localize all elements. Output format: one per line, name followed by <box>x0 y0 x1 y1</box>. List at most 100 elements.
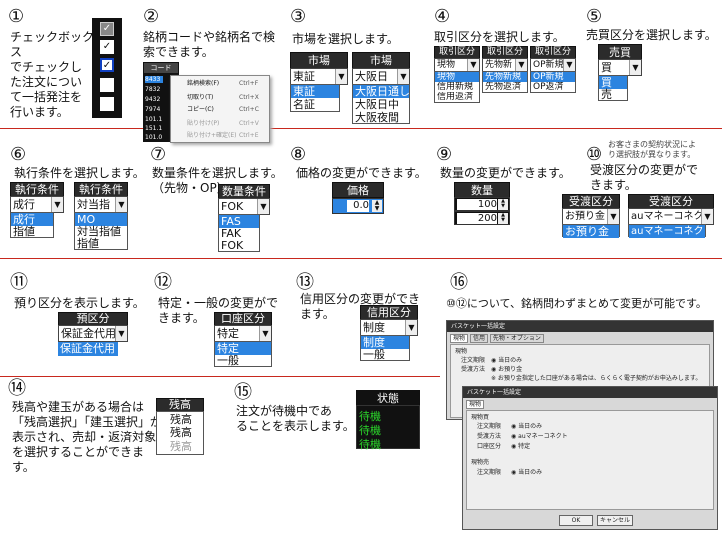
status-badge: 待機 <box>359 438 381 451</box>
radio-option[interactable]: ◉ 当日のみ <box>511 469 542 476</box>
menu-item-search-key: Ctrl+F <box>239 80 259 87</box>
trade-type-option[interactable]: OP新規 <box>531 72 575 82</box>
balance-option[interactable]: 残高 <box>157 413 203 426</box>
menu-item-paste[interactable]: 貼り付け(P) <box>187 120 219 127</box>
radio-option[interactable]: ◉ 当日のみ <box>491 357 522 364</box>
market-option[interactable]: 名証 <box>291 98 339 111</box>
menu-item-cut[interactable]: 切取り(T) <box>187 94 213 101</box>
qty-cond-select[interactable]: FOK ▼ <box>218 198 270 215</box>
code-cell[interactable]: 7974 <box>145 106 160 113</box>
trade-type-option[interactable]: 現物 <box>435 72 479 82</box>
window-title: バスケット一括設定 <box>447 321 713 332</box>
divider-row1 <box>0 128 722 129</box>
exec-cond-header-b: 執行条件 <box>74 182 128 197</box>
custody-row[interactable]: 保証金代用 <box>58 342 118 356</box>
radio-option[interactable]: ◉ auマネーコネクト <box>511 433 568 440</box>
delivery-select-b[interactable]: auマネーコネクト▼ <box>628 208 714 237</box>
trade-type-select-a[interactable]: 現物 ▼ <box>434 58 480 72</box>
market-option[interactable]: 東証 <box>291 85 339 98</box>
step-number-3: ③ <box>290 6 307 27</box>
delivery-option[interactable]: auマネーコネクト <box>629 225 705 238</box>
radio-option[interactable]: ◉ 特定 <box>511 443 530 450</box>
checkbox-row-4[interactable] <box>100 97 114 111</box>
price-header: 価格 <box>332 182 384 198</box>
exec-cond-header-a: 執行条件 <box>10 182 64 197</box>
code-column-header: コード <box>143 62 179 74</box>
code-cell[interactable]: 101.0 <box>145 134 162 141</box>
spinner-icon[interactable]: ▲ ▼ <box>498 213 508 224</box>
spinner-icon[interactable]: ▲ ▼ <box>498 199 508 210</box>
price-input[interactable]: 0.0 ▲ ▼ <box>332 198 384 214</box>
radio-option[interactable]: ◉ お預り金 <box>491 366 522 373</box>
chevron-down-icon: ▼ <box>563 59 575 71</box>
trade-type-option[interactable]: 先物新規 <box>483 72 527 82</box>
checkbox-row-3[interactable] <box>100 78 114 92</box>
trade-type-option[interactable]: OP返済 <box>531 82 575 92</box>
code-cell[interactable]: 7832 <box>145 86 160 93</box>
qty-cond-option[interactable]: FOK <box>219 239 259 252</box>
market-option[interactable]: 大阪夜間 <box>353 111 409 124</box>
cancel-button[interactable]: キャンセル <box>597 515 633 526</box>
account-select[interactable]: 特定 ▼ <box>214 325 272 342</box>
margin-type-option[interactable]: 一般 <box>361 348 409 361</box>
market-option[interactable]: 大阪日中 <box>353 98 409 111</box>
margin-type-select[interactable]: 制度 ▼ <box>360 319 418 336</box>
qty-input-1[interactable]: 100 ▲ ▼ <box>454 197 510 211</box>
tab-genbutsu[interactable]: 現物 <box>466 400 485 409</box>
menu-item-copy[interactable]: コピー(C) <box>187 106 214 113</box>
exec-cond-select-a[interactable]: 成行 ▼ <box>10 196 64 213</box>
ok-button[interactable]: OK <box>559 515 593 526</box>
market-select-a[interactable]: 東証 ▼ <box>290 68 348 85</box>
buy-sell-select[interactable]: 買 ▼ <box>598 59 642 76</box>
account-option[interactable]: 一般 <box>215 354 271 367</box>
exec-cond-options-a: 成行 指値 <box>10 212 54 238</box>
buy-sell-option[interactable]: 売 <box>599 88 627 101</box>
chevron-down-icon: ▼ <box>397 69 409 84</box>
tab-futures[interactable]: 先物・オプション <box>489 334 544 343</box>
delivery-option[interactable]: お預り金 <box>563 225 619 238</box>
exec-cond-option[interactable]: 指値 <box>75 237 127 250</box>
trade-type-option[interactable]: 先物返済 <box>483 82 527 92</box>
radio-option[interactable]: ◉ 当日のみ <box>511 423 542 430</box>
balance-option[interactable]: 残高 <box>157 426 203 439</box>
custody-select[interactable]: 保証金代用 ▼ <box>58 325 128 342</box>
delivery-select-a[interactable]: お預り金 ▼ <box>562 208 620 225</box>
chevron-down-icon: ▼ <box>405 320 417 335</box>
market-select-b[interactable]: 大阪日 ▼ <box>352 68 410 85</box>
qty-input-2[interactable]: 200 ▲ ▼ <box>454 211 510 225</box>
menu-item-search[interactable]: 銘柄検索(F) <box>187 80 219 87</box>
code-cell[interactable]: 151.1 <box>145 125 162 132</box>
checkbox-row-1[interactable]: ✓ <box>100 40 114 54</box>
divider-row3-left <box>0 376 440 377</box>
chevron-down-icon: ▼ <box>51 197 63 212</box>
step-desc-10: 受渡区分の変更がで きます。 <box>590 163 699 192</box>
tab-genbutsu[interactable]: 現物 <box>450 334 469 343</box>
trade-type-option[interactable]: 信用新規 <box>435 82 479 92</box>
trade-type-select-b[interactable]: 先物新 ▼ <box>482 58 528 72</box>
step-desc-14: 残高や建玉がある場合は 「残高選択」「建玉選択」が 表示され、売却・返済対象 を選択す… <box>12 400 163 474</box>
code-cell[interactable]: 9432 <box>145 96 160 103</box>
market-option[interactable]: 大阪日通し <box>353 85 409 98</box>
chevron-down-icon: ▼ <box>515 59 527 71</box>
balance-option[interactable]: 残高 <box>157 440 203 453</box>
exec-cond-option[interactable]: 指値 <box>11 225 53 238</box>
trade-type-option[interactable]: 信用返済 <box>435 92 479 102</box>
spinner-icon[interactable]: ▲ ▼ <box>372 200 382 212</box>
tab-shinyo[interactable]: 信用 <box>469 334 488 343</box>
buy-sell-options: 買 売 <box>598 75 628 101</box>
code-cell-selected[interactable]: 8433 <box>145 76 163 83</box>
menu-item-paste-confirm-key: Ctrl+E <box>239 132 259 139</box>
chevron-down-icon: ▼ <box>629 60 641 75</box>
checkbox-row-2[interactable]: ✓ <box>100 58 114 72</box>
checkbox-column: ✓ ✓ ✓ <box>92 18 122 118</box>
exec-cond-select-b[interactable]: 対当指 ▼ <box>74 196 128 213</box>
checkbox-header[interactable]: ✓ <box>100 22 114 36</box>
step-number-5: ⑤ <box>586 6 603 27</box>
code-cell[interactable]: 101.1 <box>145 116 162 123</box>
step-number-7: ⑦ <box>150 144 167 165</box>
step-desc-8: 価格の変更ができます。 <box>296 166 427 180</box>
step-desc-6: 執行条件を選択します。 <box>14 166 145 180</box>
trade-type-select-c[interactable]: OP新規 ▼ <box>530 58 576 72</box>
chevron-down-icon: ▼ <box>467 59 479 71</box>
menu-item-paste-confirm[interactable]: 貼り付け+確定(E) <box>187 132 237 139</box>
